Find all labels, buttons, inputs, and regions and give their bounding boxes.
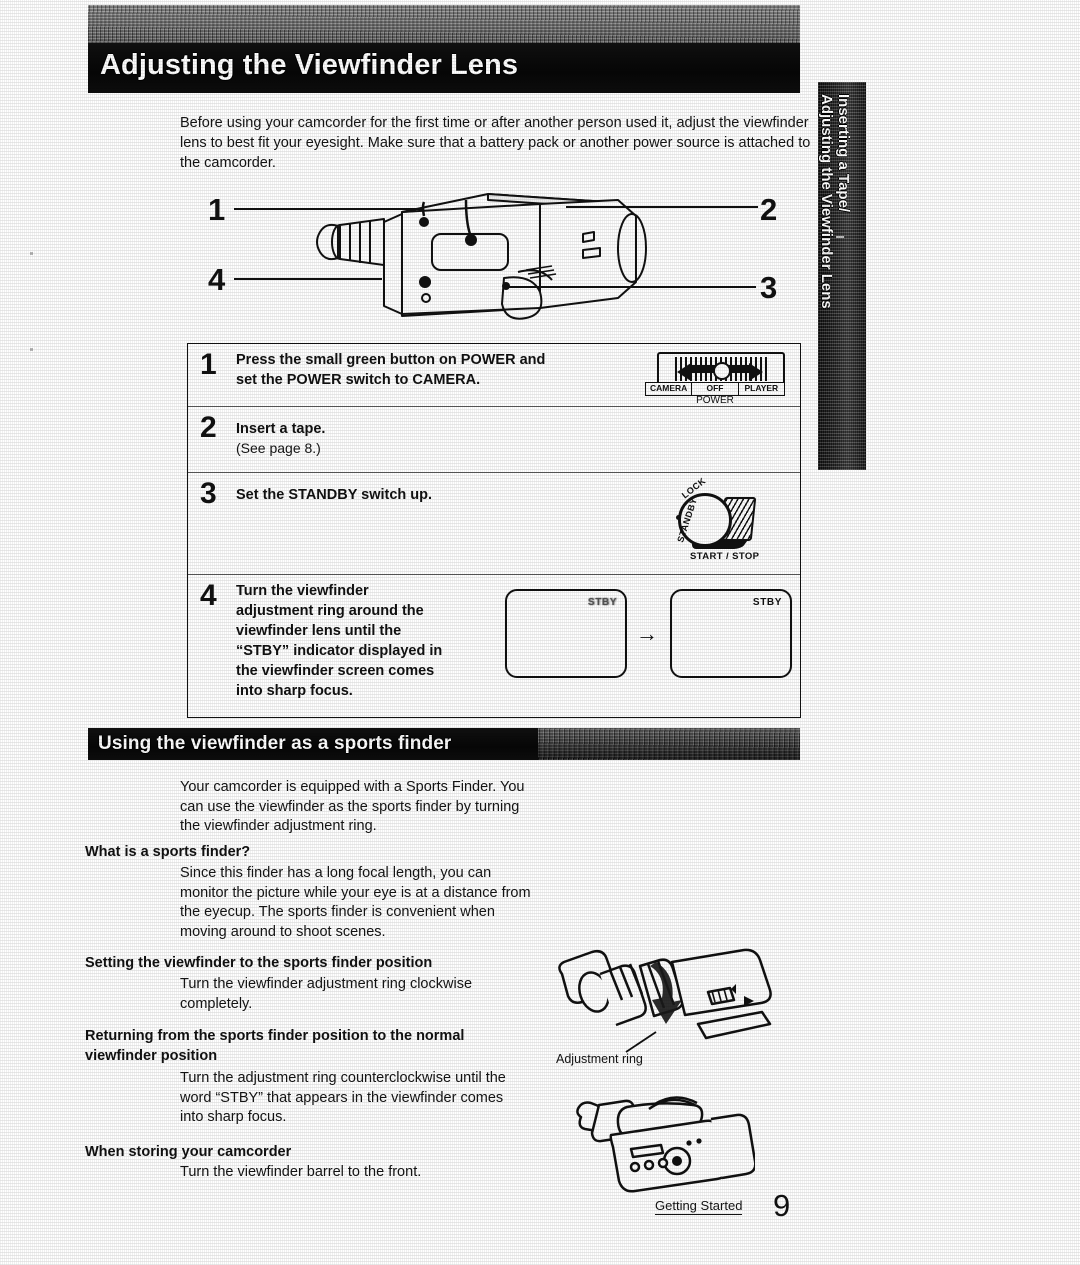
callout-leader-1 <box>234 208 424 210</box>
heading-what-is-a-sports-finder: What is a sports finder? <box>85 844 251 860</box>
transition-arrow-icon: → <box>636 621 658 646</box>
adjustment-ring-figure: Adjustment ring <box>548 948 778 1073</box>
standby-dial-illustration: LOCK STANDBY START / STOP <box>662 476 782 567</box>
power-option-camera: CAMERA <box>650 383 688 393</box>
step-2-line-1: Insert a tape. <box>236 421 326 437</box>
step-4-number: 4 <box>200 579 217 612</box>
viewfinder-stby-sharp: STBY <box>752 597 782 608</box>
step-2-note: (See page 8.) <box>236 440 321 456</box>
step-3: 3 Set the STANDBY switch up. LOCK STANDB… <box>188 472 800 574</box>
body-what-is-a-sports-finder: Since this finder has a long focal lengt… <box>180 865 531 940</box>
callout-leader-4 <box>234 278 382 280</box>
step-4-line-2: adjustment ring around the <box>236 603 424 619</box>
power-switch-arrow-right <box>749 363 763 381</box>
step-1-line-1: Press the small green button on POWER an… <box>236 352 546 368</box>
power-switch-labels: CAMERA OFF PLAYER <box>645 382 785 396</box>
callout-number-3: 3 <box>760 270 778 305</box>
viewfinder-screen-after: STBY <box>670 589 792 678</box>
step-2-body: Insert a tape. (See page 8.) <box>236 413 800 458</box>
camcorder-callout-figure: 1 2 4 3 <box>188 186 800 341</box>
footer-section-label: Getting Started <box>655 1198 743 1215</box>
step-1-number: 1 <box>200 348 217 381</box>
step-3-number: 3 <box>200 477 217 510</box>
callout-number-1: 1 <box>208 192 226 227</box>
callout-leader-3 <box>506 286 756 288</box>
heading-returning-to-normal-position: Returning from the sports finder positio… <box>85 1028 465 1064</box>
steps-box: 1 Press the small green button on POWER … <box>187 343 801 718</box>
page-title-banner: Adjusting the Viewfinder Lens <box>88 5 800 93</box>
heading-when-storing-camcorder: When storing your camcorder <box>85 1144 292 1160</box>
power-switch-knob <box>713 362 731 380</box>
callout-number-2: 2 <box>760 192 778 227</box>
sports-finder-heading: Using the viewfinder as a sports finder <box>98 733 452 754</box>
scan-speck <box>30 348 33 351</box>
sports-finder-intro: Your camcorder is equipped with a Sports… <box>180 779 525 834</box>
section-tab: Inserting a Tape/ Adjusting the Viewfind… <box>818 82 866 470</box>
step-4-line-5: the viewfinder screen comes <box>236 663 435 679</box>
adjustment-ring-label: Adjustment ring <box>556 1052 643 1066</box>
body-when-storing-camcorder: Turn the viewfinder barrel to the front. <box>180 1164 422 1180</box>
body-returning-to-normal-position: Turn the adjustment ring counterclockwis… <box>180 1070 506 1125</box>
step-4: 4 Turn the viewfinder adjustment ring ar… <box>188 574 800 715</box>
viewfinder-screens-illustration: STBY → STBY <box>505 589 792 685</box>
callout-number-4: 4 <box>208 262 226 297</box>
heading-setting-sports-finder-position: Setting the viewfinder to the sports fin… <box>85 955 433 971</box>
step-1: 1 Press the small green button on POWER … <box>188 344 800 406</box>
step-2: 2 Insert a tape. (See page 8.) <box>188 406 800 472</box>
power-option-off: OFF <box>691 383 737 395</box>
power-switch-illustration: CAMERA OFF PLAYER POWER <box>645 352 785 406</box>
scan-speck <box>836 236 844 238</box>
power-switch-caption: POWER <box>696 395 734 406</box>
body-setting-sports-finder-position: Turn the viewfinder adjustment ring cloc… <box>180 976 473 1012</box>
intro-paragraph: Before using your camcorder for the firs… <box>180 115 811 171</box>
step-4-line-1: Turn the viewfinder <box>236 583 369 599</box>
step-2-number: 2 <box>200 411 217 444</box>
step-1-line-2: set the POWER switch to CAMERA. <box>236 372 481 388</box>
step-4-line-3: viewfinder lens until the <box>236 623 402 639</box>
section-tab-line-2: Adjusting the Viewfinder Lens <box>818 94 835 309</box>
section-tab-line-1: Inserting a Tape/ <box>835 94 852 213</box>
step-3-line-1: Set the STANDBY switch up. <box>236 487 433 503</box>
viewfinder-screen-before: STBY <box>505 589 627 678</box>
page-number: 9 <box>773 1188 791 1223</box>
scan-speck <box>30 252 33 255</box>
power-switch-body <box>657 352 785 386</box>
viewfinder-stby-blurred: STBY <box>587 597 617 608</box>
power-switch-arrow-left <box>677 363 691 381</box>
storing-camcorder-figure <box>565 1095 757 1195</box>
page-title: Adjusting the Viewfinder Lens <box>100 49 519 81</box>
storing-camcorder-illustration <box>576 1096 757 1193</box>
standby-dial-caption: START / STOP <box>690 551 760 562</box>
step-4-line-6: into sharp focus. <box>236 683 353 699</box>
page-footer: Getting Started 9 <box>655 1188 835 1226</box>
step-4-line-4: “STBY” indicator displayed in <box>236 643 443 659</box>
standby-dial-dot <box>676 515 681 520</box>
manual-page: Adjusting the Viewfinder Lens Inserting … <box>0 0 1080 1265</box>
callout-leader-2 <box>566 206 758 208</box>
sports-finder-banner: Using the viewfinder as a sports finder <box>88 728 800 760</box>
power-option-player: PLAYER <box>737 383 784 395</box>
